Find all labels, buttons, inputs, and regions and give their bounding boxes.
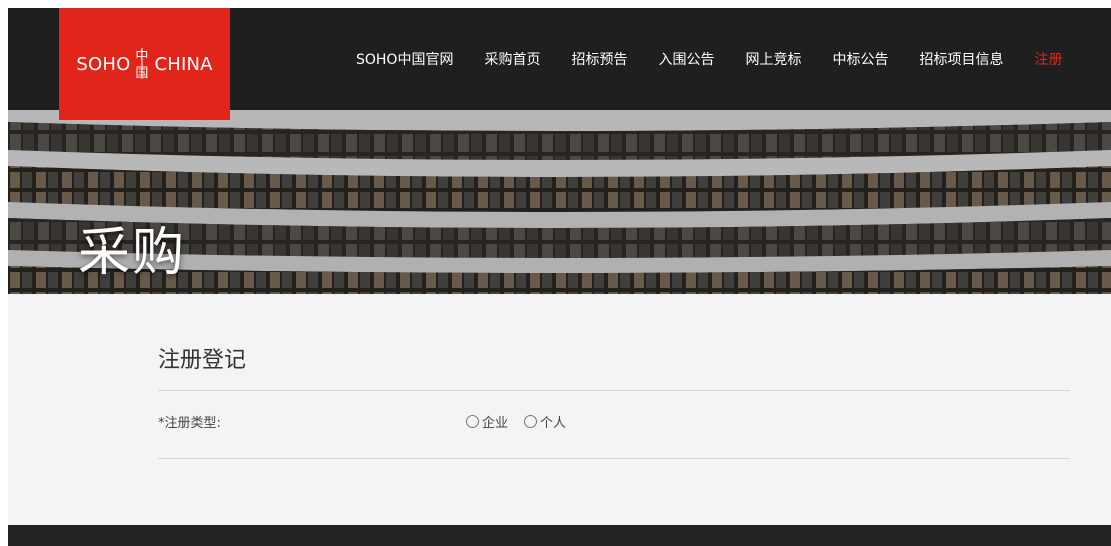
radio-circle-icon[interactable] bbox=[524, 415, 538, 428]
soho-china-logo[interactable]: SOHO 中 国 CHINA bbox=[59, 8, 230, 120]
banner-title: 采购 bbox=[78, 223, 187, 283]
page: SOHO 中 国 CHINA SOHO中国官网 采购首页 招标预告 入围公告 网… bbox=[0, 0, 1111, 546]
radio-enterprise[interactable]: 企业 bbox=[466, 412, 508, 431]
registration-type-label: *注册类型: bbox=[158, 416, 221, 431]
page-title: 注册登记 bbox=[158, 348, 247, 373]
nav-item-project-info[interactable]: 招标项目信息 bbox=[919, 49, 1003, 69]
logo-text-right: CHINA bbox=[154, 53, 213, 75]
nav-item-shortlist-notice[interactable]: 入围公告 bbox=[658, 49, 714, 69]
title-divider bbox=[158, 390, 1070, 391]
logo-china-mark-icon: 中 国 bbox=[131, 47, 153, 81]
radio-individual-label: 个人 bbox=[540, 416, 567, 431]
hero-banner: 采购 bbox=[8, 110, 1111, 294]
page-footer bbox=[8, 525, 1111, 546]
radio-enterprise-label: 企业 bbox=[482, 416, 509, 431]
nav-item-award-notice[interactable]: 中标公告 bbox=[832, 49, 888, 69]
registration-content: 注册登记 *注册类型: 企业 个人 bbox=[8, 294, 1111, 525]
row-divider bbox=[158, 458, 1070, 459]
nav-item-procurement-home[interactable]: 采购首页 bbox=[484, 49, 540, 69]
nav-item-soho-official-site[interactable]: SOHO中国官网 bbox=[356, 49, 453, 69]
nav-item-bid-preview[interactable]: 招标预告 bbox=[571, 49, 627, 69]
nav-item-register[interactable]: 注册 bbox=[1034, 49, 1062, 69]
radio-individual[interactable]: 个人 bbox=[524, 412, 566, 431]
radio-circle-icon[interactable] bbox=[466, 415, 479, 428]
registration-type-radio-group: 企业 个人 bbox=[466, 412, 582, 431]
logo-text-left: SOHO bbox=[76, 53, 131, 75]
main-nav: SOHO中国官网 采购首页 招标预告 入围公告 网上竞标 中标公告 招标项目信息… bbox=[338, 8, 1075, 110]
nav-item-online-bidding[interactable]: 网上竞标 bbox=[745, 49, 801, 69]
